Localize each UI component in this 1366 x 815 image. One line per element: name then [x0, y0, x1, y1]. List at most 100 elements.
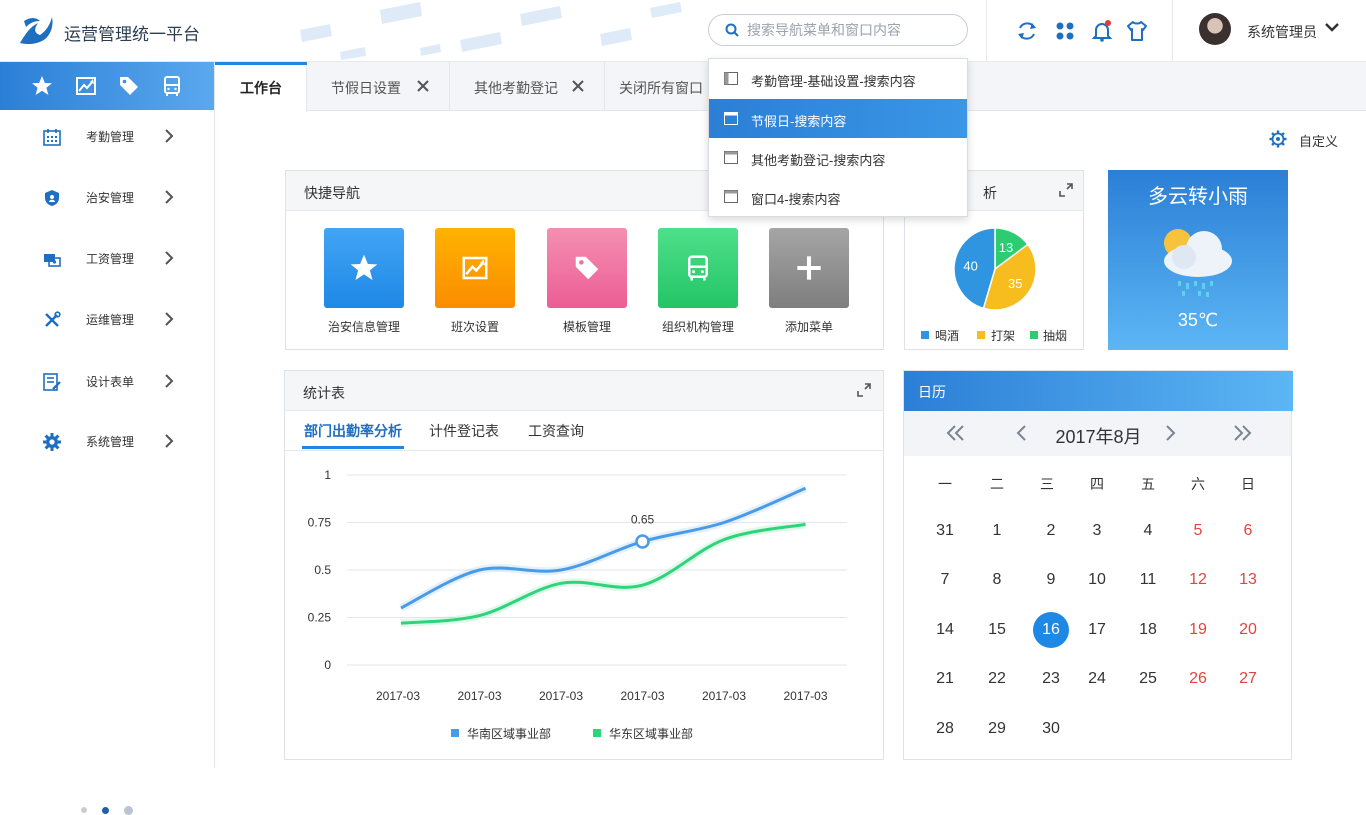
page-dot[interactable]: [124, 806, 133, 815]
calendar-day[interactable]: 28: [927, 711, 963, 747]
tab-salary-query[interactable]: 工资查询: [528, 421, 584, 441]
calendar-day[interactable]: 2: [1033, 513, 1069, 549]
tab-attendance-analysis[interactable]: 部门出勤率分析: [304, 421, 402, 441]
calendar-day[interactable]: 19: [1180, 612, 1216, 648]
calendar-day[interactable]: 3: [1079, 513, 1115, 549]
tab-workbench[interactable]: 工作台: [215, 62, 307, 112]
chevron-right-icon: [165, 251, 174, 265]
page-dot[interactable]: [81, 807, 87, 813]
logo-icon: [20, 17, 53, 45]
chevron-down-icon[interactable]: [1324, 22, 1340, 34]
refresh-icon[interactable]: [1015, 19, 1039, 43]
calendar-day[interactable]: 30: [1033, 711, 1069, 747]
search-box[interactable]: [708, 14, 968, 46]
sidebar-tabs: [0, 62, 214, 110]
calendar-day[interactable]: 20: [1230, 612, 1266, 648]
calendar-day-today[interactable]: 16: [1033, 612, 1069, 648]
close-all-tabs-button[interactable]: 关闭所有窗口: [605, 62, 715, 111]
calendar-day[interactable]: 13: [1230, 562, 1266, 598]
dropdown-item[interactable]: 其他考勤登记-搜索内容: [709, 138, 967, 177]
calendar-day[interactable]: 9: [1033, 562, 1069, 598]
calendar-day[interactable]: 26: [1180, 661, 1216, 697]
sidebar-item-ops[interactable]: 运维管理: [0, 300, 214, 340]
calendar-day[interactable]: 15: [979, 612, 1015, 648]
calendar-day[interactable]: 22: [979, 661, 1015, 697]
y-tick-label: 1: [324, 468, 331, 482]
weather-temp: 35℃: [1177, 310, 1219, 330]
bus-icon: [658, 228, 738, 308]
x-tick-label: 2017-03: [457, 689, 501, 703]
dropdown-item-label: 节假日-搜索内容: [751, 114, 847, 129]
tab-other-attendance[interactable]: 其他考勤登记: [450, 62, 605, 111]
sidebar-item-salary[interactable]: 工资管理: [0, 239, 214, 279]
header-divider: [1172, 0, 1173, 62]
calendar-day[interactable]: 11: [1130, 562, 1166, 598]
calendar-nav: 2017年8月: [904, 411, 1291, 456]
sidebar-item-attendance[interactable]: 考勤管理: [0, 117, 214, 157]
highlight-point[interactable]: [635, 534, 650, 549]
calendar-day[interactable]: 24: [1079, 661, 1115, 697]
calendar-day[interactable]: 6: [1230, 513, 1266, 549]
calendar-day[interactable]: 14: [927, 612, 963, 648]
dropdown-item[interactable]: 考勤管理-基础设置-搜索内容: [709, 59, 967, 98]
sidebar-item-form[interactable]: 设计表单: [0, 362, 214, 402]
quick-nav-item[interactable]: 模板管理: [547, 228, 627, 334]
close-icon[interactable]: [417, 80, 429, 92]
calendar-day[interactable]: 27: [1230, 661, 1266, 697]
calendar-day[interactable]: 1: [979, 513, 1015, 549]
stats-panel: 统计表 部门出勤率分析 计件登记表 工资查询 0 0.25 0.5 0.75 1 2017…: [284, 370, 884, 760]
quick-nav-item[interactable]: 班次设置: [435, 228, 515, 334]
quick-nav-item[interactable]: 治安信息管理: [324, 228, 404, 334]
star-icon[interactable]: [30, 74, 54, 98]
calendar-day[interactable]: 25: [1130, 661, 1166, 697]
shirt-icon[interactable]: [1125, 19, 1149, 43]
calendar-day[interactable]: 7: [927, 562, 963, 598]
x-tick-label: 2017-03: [783, 689, 827, 703]
customize-button[interactable]: 自定义: [1299, 131, 1338, 150]
search-input[interactable]: [747, 20, 957, 40]
calendar-day[interactable]: 29: [979, 711, 1015, 747]
quick-nav-item[interactable]: 组织机构管理: [658, 228, 738, 334]
dropdown-item-label: 其他考勤登记-搜索内容: [751, 153, 886, 168]
avatar[interactable]: [1199, 13, 1231, 45]
dropdown-item-active[interactable]: 节假日-搜索内容: [709, 99, 967, 138]
legend-swatch: [451, 729, 459, 737]
next-month-icon[interactable]: [1165, 425, 1177, 441]
quick-nav-item[interactable]: 添加菜单: [769, 228, 849, 334]
bus-icon[interactable]: [160, 74, 184, 98]
calendar-day[interactable]: 12: [1180, 562, 1216, 598]
next-year-icon[interactable]: [1232, 425, 1252, 441]
tab-holiday-settings[interactable]: 节假日设置: [307, 62, 450, 111]
calendar-day[interactable]: 23: [1033, 661, 1069, 697]
page-dot-active[interactable]: [102, 807, 109, 814]
user-name[interactable]: 系统管理员: [1247, 22, 1317, 42]
tab-piece-register[interactable]: 计件登记表: [429, 421, 499, 441]
highlight-label: 0.65: [631, 513, 655, 527]
form-edit-icon: [43, 373, 61, 391]
calendar-day[interactable]: 10: [1079, 562, 1115, 598]
trend-icon[interactable]: [74, 74, 98, 98]
window-icon: [724, 112, 738, 125]
legend-label: 抽烟: [1043, 329, 1068, 343]
close-icon[interactable]: [572, 80, 584, 92]
window-icon: [724, 190, 738, 203]
calendar-day[interactable]: 5: [1180, 513, 1216, 549]
bell-icon[interactable]: [1090, 19, 1114, 43]
calendar-day[interactable]: 18: [1130, 612, 1166, 648]
active-tab-indicator: [302, 446, 404, 449]
star-icon: [324, 228, 404, 308]
apps-icon[interactable]: [1053, 19, 1077, 43]
calendar-day[interactable]: 4: [1130, 513, 1166, 549]
window-icon: [724, 151, 738, 164]
sidebar-item-system[interactable]: 系统管理: [0, 422, 214, 462]
calendar-day[interactable]: 31: [927, 513, 963, 549]
settings-icon[interactable]: [1268, 129, 1288, 149]
calendar-day[interactable]: 8: [979, 562, 1015, 598]
expand-icon[interactable]: [857, 383, 871, 397]
expand-icon[interactable]: [1059, 183, 1073, 197]
calendar-day[interactable]: 21: [927, 661, 963, 697]
sidebar-item-security[interactable]: 治安管理: [0, 178, 214, 218]
calendar-day[interactable]: 17: [1079, 612, 1115, 648]
tag-icon[interactable]: [117, 74, 141, 98]
dropdown-item[interactable]: 窗口4-搜索内容: [709, 177, 967, 216]
